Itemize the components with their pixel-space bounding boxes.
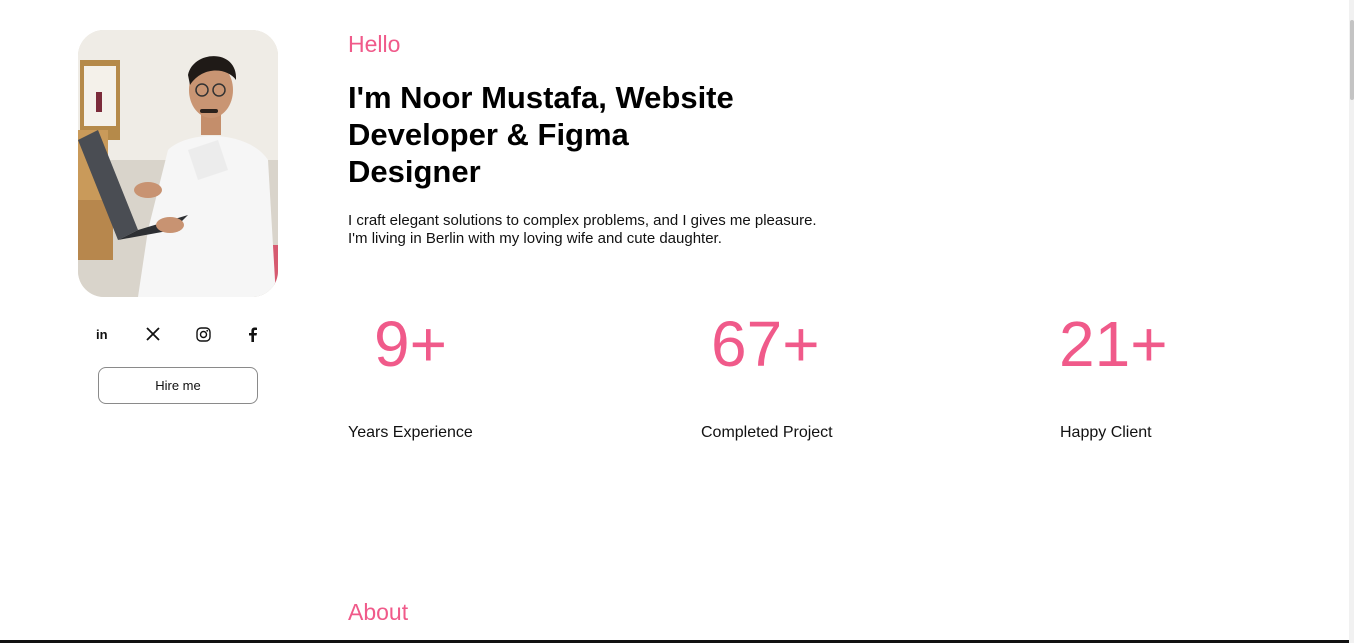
- stat-label-projects: Completed Project: [701, 424, 833, 441]
- stat-label-experience: Years Experience: [348, 424, 473, 441]
- stat-value-experience: 9+: [374, 308, 447, 380]
- stat-label-clients: Happy Client: [1060, 424, 1152, 441]
- about-section-title: About: [348, 599, 409, 625]
- facebook-icon[interactable]: [241, 322, 265, 346]
- portfolio-page: in Hire me Hello I'm Noor Mustafa, Websi…: [0, 0, 1354, 643]
- svg-text:in: in: [96, 327, 108, 341]
- social-links: in: [78, 322, 278, 346]
- scrollbar-thumb[interactable]: [1350, 20, 1354, 100]
- linkedin-icon[interactable]: in: [91, 322, 115, 346]
- instagram-icon[interactable]: [191, 322, 215, 346]
- stat-value-clients: 21+: [1059, 308, 1168, 380]
- greeting: Hello: [348, 31, 401, 57]
- x-twitter-icon[interactable]: [141, 322, 165, 346]
- stat-value-projects: 67+: [711, 308, 820, 380]
- profile-photo: [78, 30, 278, 297]
- intro-text: I craft elegant solutions to complex pro…: [348, 212, 817, 247]
- hire-me-button[interactable]: Hire me: [98, 367, 258, 404]
- headline: I'm Noor Mustafa, Website Developer & Fi…: [348, 80, 734, 189]
